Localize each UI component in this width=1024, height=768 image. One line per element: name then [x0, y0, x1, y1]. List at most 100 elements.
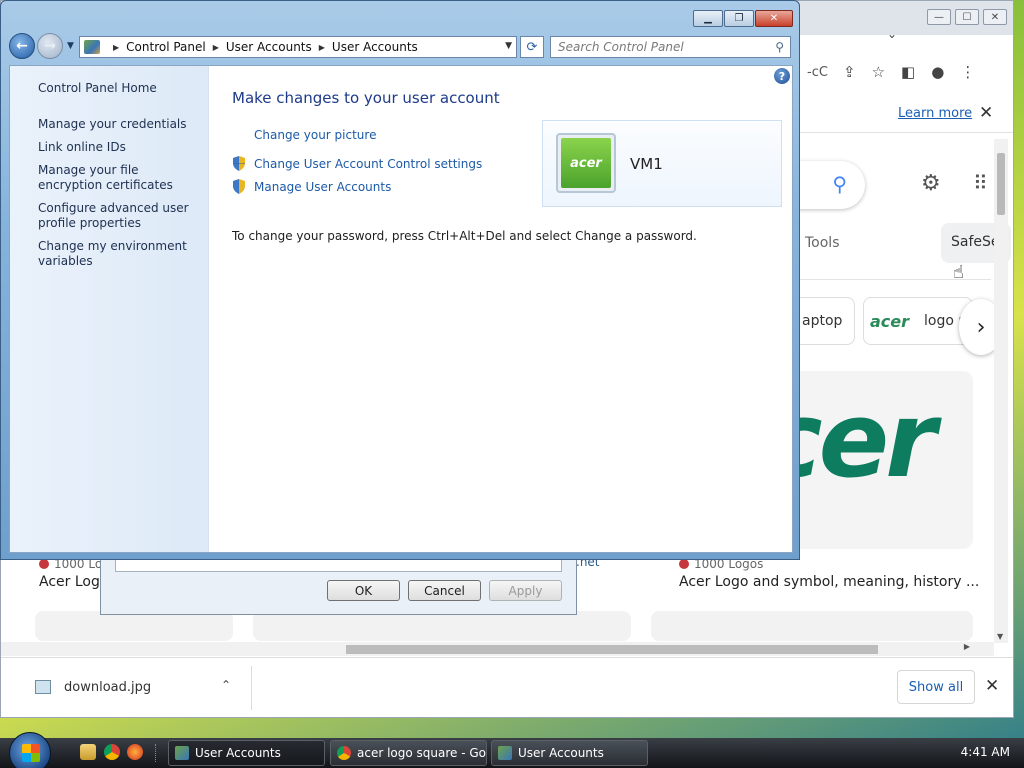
share-icon[interactable]: ⇪ [843, 63, 856, 81]
show-all-button[interactable]: Show all [897, 670, 975, 704]
avatar: acer [556, 133, 616, 193]
chrome-quicklaunch-icon[interactable] [104, 744, 120, 760]
result-thumbnail[interactable] [35, 611, 233, 641]
taskbar-button-chrome[interactable]: acer logo square - Go... [330, 740, 487, 766]
chrome-icon [337, 746, 351, 760]
nav-link-online-ids[interactable]: Link online IDs [38, 140, 203, 155]
search-input[interactable]: Search Control Panel ⚲ [550, 36, 791, 58]
breadcrumb-separator-icon[interactable]: ▶ [319, 43, 325, 52]
side-panel-icon[interactable]: ◧ [901, 63, 915, 81]
acer-logo-thumbnail: acer [870, 312, 910, 331]
refresh-icon[interactable]: ⟳ [520, 36, 544, 58]
nav-control-panel-home[interactable]: Control Panel Home [38, 81, 203, 96]
breadcrumb-separator-icon[interactable]: ▶ [213, 43, 219, 52]
uac-settings-link[interactable]: Change User Account Control settings [254, 157, 482, 171]
minimize-icon[interactable]: ▁ [693, 10, 723, 27]
close-icon[interactable]: ✕ [983, 9, 1007, 25]
close-icon[interactable]: ✕ [985, 676, 999, 696]
control-panel-icon [84, 40, 100, 54]
recent-pages-dropdown-icon[interactable]: ▼ [67, 41, 74, 51]
breadcrumb-user-accounts[interactable]: User Accounts [226, 40, 312, 54]
breadcrumb-separator-icon[interactable]: ▶ [113, 43, 119, 52]
password-instructions: To change your password, press Ctrl+Alt+… [232, 229, 697, 243]
divider [251, 666, 252, 710]
help-icon[interactable]: ? [774, 68, 790, 84]
taskbar-button-label: User Accounts [195, 746, 281, 760]
account-name: VM1 [630, 155, 663, 173]
nav-environment-variables[interactable]: Change my environment variables [38, 239, 203, 269]
search-icon[interactable]: ⚲ [832, 172, 847, 196]
navigation-buttons: ← → ▼ [9, 33, 74, 59]
chip-acer-logo[interactable]: acer logo p [863, 297, 973, 345]
settings-gear-icon[interactable]: ⚙ [921, 171, 941, 196]
address-dropdown-icon[interactable]: ▼ [505, 41, 512, 51]
left-navigation-pane: Control Panel Home Manage your credentia… [10, 66, 209, 552]
taskbar-button-user-accounts[interactable]: User Accounts [491, 740, 648, 766]
control-panel-content: Control Panel Home Manage your credentia… [9, 65, 793, 553]
nav-advanced-profile-properties[interactable]: Configure advanced user profile properti… [38, 201, 203, 231]
chrome-window-controls: — ☐ ✕ [927, 9, 1007, 25]
scroll-thumb[interactable] [346, 645, 878, 654]
close-icon[interactable]: ✕ [755, 10, 793, 27]
maximize-icon[interactable]: ☐ [955, 9, 979, 25]
uac-shield-icon [233, 156, 245, 171]
close-icon[interactable]: ✕ [979, 103, 993, 123]
taskbar-button-user-accounts[interactable]: User Accounts [168, 740, 325, 766]
image-file-icon [35, 680, 51, 694]
account-card: acer VM1 [542, 120, 782, 207]
minimize-icon[interactable]: — [927, 9, 951, 25]
start-button[interactable] [9, 732, 51, 768]
user-accounts-icon [175, 746, 189, 760]
explorer-quicklaunch-icon[interactable] [80, 744, 96, 760]
download-item[interactable]: download.jpg [64, 680, 151, 695]
chip-laptop[interactable]: aptop [791, 297, 855, 345]
nav-file-encryption-certificates[interactable]: Manage your file encryption certificates [38, 163, 203, 193]
hand-pointer-cursor-icon: ☝ [953, 262, 964, 283]
tools-tab[interactable]: Tools [805, 235, 840, 251]
system-clock[interactable]: 4:41 AM [961, 745, 1010, 759]
nav-manage-credentials[interactable]: Manage your credentials [38, 117, 203, 132]
window-controls: ▁ ❐ ✕ [693, 10, 793, 27]
download-shelf: download.jpg ⌃ Show all ✕ [1, 657, 1013, 717]
forward-arrow-icon[interactable]: → [37, 33, 63, 59]
taskbar-button-label: acer logo square - Go... [357, 746, 487, 760]
user-accounts-icon [498, 746, 512, 760]
scroll-right-icon[interactable]: ▶ [964, 642, 970, 651]
result-thumbnail[interactable] [253, 611, 631, 641]
maximize-icon[interactable]: ❐ [724, 10, 754, 27]
acer-logo-picture: acer [561, 138, 611, 188]
apply-button[interactable]: Apply [489, 580, 562, 601]
profile-icon[interactable]: ● [931, 63, 944, 81]
result-thumbnail[interactable] [651, 611, 973, 641]
apps-grid-icon[interactable]: ⠿ [973, 171, 988, 195]
scroll-down-icon[interactable]: ▼ [997, 632, 1003, 641]
result-title-link[interactable]: Acer Logo [39, 574, 101, 590]
page-title: Make changes to your user account [232, 89, 500, 107]
taskbar-grip[interactable] [155, 744, 158, 762]
bookmark-star-icon[interactable]: ☆ [872, 63, 885, 81]
address-bar[interactable]: ▶ Control Panel ▶ User Accounts ▶ User A… [79, 36, 517, 58]
manage-user-accounts-link[interactable]: Manage User Accounts [254, 180, 391, 194]
scroll-thumb[interactable] [997, 153, 1005, 215]
back-arrow-icon[interactable]: ← [9, 33, 35, 59]
chevron-up-icon[interactable]: ⌃ [221, 678, 231, 692]
taskbar-button-label: User Accounts [518, 746, 604, 760]
breadcrumb-user-accounts-current[interactable]: User Accounts [332, 40, 418, 54]
address-bar-text[interactable]: -cC [807, 65, 828, 80]
control-panel-window: ▁ ❐ ✕ ← → ▼ ▶ Control Panel ▶ User Accou… [0, 0, 800, 560]
search-icon[interactable]: ⚲ [775, 40, 784, 54]
cancel-button[interactable]: Cancel [408, 580, 481, 601]
horizontal-scrollbar[interactable]: ▶ [1, 642, 994, 656]
learn-more-link[interactable]: Learn more [898, 106, 972, 121]
vertical-scrollbar[interactable]: ▼ [994, 139, 1008, 643]
taskbar: User Accounts acer logo square - Go... U… [0, 732, 1024, 768]
breadcrumb-control-panel[interactable]: Control Panel [126, 40, 206, 54]
search-placeholder: Search Control Panel [558, 40, 684, 54]
firefox-quicklaunch-icon[interactable] [127, 744, 143, 760]
result-title-link[interactable]: Acer Logo and symbol, meaning, history .… [679, 574, 979, 590]
uac-shield-icon [233, 179, 245, 194]
ok-button[interactable]: OK [327, 580, 400, 601]
change-picture-link[interactable]: Change your picture [254, 128, 376, 142]
menu-kebab-icon[interactable]: ⋮ [960, 63, 975, 81]
chevron-down-icon[interactable]: ⌄ [887, 27, 897, 41]
